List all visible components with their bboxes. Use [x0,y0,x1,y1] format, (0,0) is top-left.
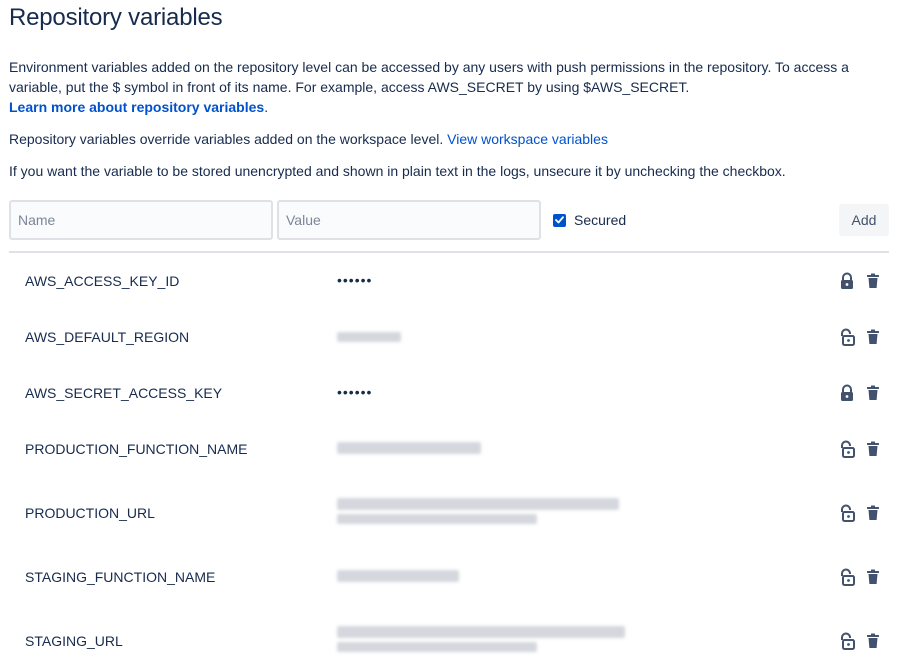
lock-closed-icon[interactable] [839,384,855,402]
variable-name: PRODUCTION_URL [25,505,155,521]
secured-checkbox[interactable]: Secured [553,211,626,229]
checkbox-checked-icon[interactable] [553,213,566,227]
override-note: Repository variables override variables … [9,129,889,149]
variable-name: AWS_ACCESS_KEY_ID [25,273,180,289]
variable-value-masked: •••••• [337,272,373,288]
redacted-value-block [337,642,537,652]
trash-icon[interactable] [866,385,880,401]
variable-row: PRODUCTION_URL [9,498,889,524]
add-button[interactable]: Add [839,204,889,236]
lock-open-icon[interactable] [839,632,855,650]
trash-icon[interactable] [866,441,880,457]
variable-row: STAGING_FUNCTION_NAME [9,568,889,588]
trash-icon[interactable] [866,569,880,585]
lock-open-icon[interactable] [839,328,855,346]
divider [9,251,889,253]
redacted-value-block [337,626,625,638]
lock-open-icon[interactable] [839,504,855,522]
lock-open-icon[interactable] [839,568,855,586]
variable-row: AWS_SECRET_ACCESS_KEY •••••• [9,384,889,404]
description-text: Environment variables added on the repos… [9,59,849,95]
trash-icon[interactable] [866,273,880,289]
name-input[interactable] [9,200,273,240]
redacted-value-block [337,514,537,524]
value-input[interactable] [277,200,541,240]
variable-value-masked: •••••• [337,384,373,400]
variable-row: PRODUCTION_FUNCTION_NAME [9,440,889,460]
variable-row: AWS_DEFAULT_REGION [9,328,889,348]
page-title: Repository variables [9,4,223,31]
variable-name: STAGING_FUNCTION_NAME [25,569,216,585]
redacted-value-block [337,498,619,510]
learn-more-link[interactable]: Learn more about repository variables [9,99,264,115]
lock-closed-icon[interactable] [839,272,855,290]
trash-icon[interactable] [866,329,880,345]
variable-row: AWS_ACCESS_KEY_ID •••••• [9,272,889,292]
redacted-value-block [337,332,401,342]
variable-name: STAGING_URL [25,633,123,649]
lock-open-icon[interactable] [839,440,855,458]
trash-icon[interactable] [866,633,880,649]
add-variable-form: Secured Add [9,200,889,240]
variable-row: STAGING_URL [9,626,889,652]
unsecure-note: If you want the variable to be stored un… [9,163,786,179]
repository-variables-page: Repository variables Environment variabl… [0,0,900,667]
variable-name: AWS_DEFAULT_REGION [25,329,190,345]
variable-name: PRODUCTION_FUNCTION_NAME [25,441,248,457]
redacted-value-block [337,570,459,582]
redacted-value-block [337,442,481,454]
description: Environment variables added on the repos… [9,59,849,115]
override-text: Repository variables override variables … [9,131,444,147]
variable-name: AWS_SECRET_ACCESS_KEY [25,385,223,401]
secured-label: Secured [574,212,627,228]
view-workspace-variables-link[interactable]: View workspace variables [447,131,608,147]
trash-icon[interactable] [866,505,880,521]
